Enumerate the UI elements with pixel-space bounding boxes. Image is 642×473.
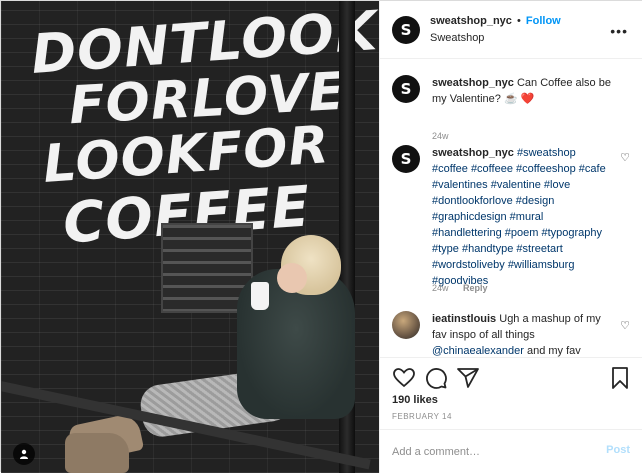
action-bar: 190 likes FEBRUARY 14 (380, 357, 642, 429)
comment-username[interactable]: sweatshop_nyc (432, 77, 514, 89)
add-comment-bar: Post (380, 429, 642, 473)
comment-like-icon[interactable]: ♡ (620, 319, 630, 332)
bookmark-icon[interactable] (608, 366, 632, 390)
follow-button[interactable]: Follow (526, 15, 561, 27)
header-title-row: sweatshop_nyc • Follow (430, 15, 561, 27)
coffee-cup (251, 282, 269, 310)
post-date[interactable]: FEBRUARY 14 (392, 412, 452, 421)
comment-avatar[interactable]: S (392, 145, 420, 173)
likes-count[interactable]: 190 likes (392, 394, 438, 406)
comment-input[interactable] (392, 442, 582, 462)
comment-time[interactable]: 24w (432, 283, 449, 293)
user-tag-button[interactable] (13, 443, 35, 465)
comment-text: sweatshop_nyc #sweatshop #coffee #coffee… (432, 145, 612, 289)
boot-right (65, 433, 129, 473)
user-comment: ieatinstlouis Ugh a mashup of my fav ins… (392, 311, 632, 357)
hashtags-comment: S sweatshop_nyc #sweatshop #coffee #coff… (392, 145, 632, 295)
header-avatar[interactable]: S (392, 16, 420, 44)
heart-icon[interactable] (392, 366, 416, 390)
post-photo[interactable]: DONTLOOK FORLOVE LOOKFOR COFFEE (1, 1, 379, 473)
comment-text: ieatinstlouis Ugh a mashup of my fav ins… (432, 311, 612, 357)
instagram-post: DONTLOOK FORLOVE LOOKFOR COFFEE S sweats… (0, 0, 642, 473)
post-button[interactable]: Post (606, 444, 630, 456)
comment-avatar[interactable]: S (392, 75, 420, 103)
heart-emoji: ❤️ (520, 93, 535, 105)
share-icon[interactable] (456, 366, 480, 390)
post-header: S sweatshop_nyc • Follow Sweatshop ••• (380, 1, 642, 59)
comment-meta: 24w (432, 131, 461, 141)
comment-username[interactable]: sweatshop_nyc (432, 147, 514, 159)
reply-button[interactable]: Reply (463, 283, 488, 293)
more-options-icon[interactable]: ••• (610, 23, 628, 39)
comment-body-tail: and my fav (523, 345, 581, 357)
comment-username[interactable]: ieatinstlouis (432, 313, 496, 325)
comment-meta: 24w Reply (432, 283, 500, 293)
comment-like-icon[interactable]: ♡ (620, 151, 630, 164)
header-location[interactable]: Sweatshop (430, 32, 484, 44)
comment-time[interactable]: 24w (432, 131, 449, 141)
comment-icon[interactable] (424, 366, 448, 390)
comment-avatar[interactable] (392, 311, 420, 339)
caption-comment: S sweatshop_nyc Can Coffee also be my Va… (392, 75, 632, 141)
comment-hashtags[interactable]: #sweatshop #coffee #coffeee #coffeeshop … (432, 147, 606, 287)
header-separator: • (516, 15, 521, 27)
comments-list: S sweatshop_nyc Can Coffee also be my Va… (380, 59, 642, 357)
comment-mention[interactable]: @chinaealexander (432, 345, 524, 357)
comment-text: sweatshop_nyc Can Coffee also be my Vale… (432, 75, 628, 107)
person-face (277, 263, 307, 293)
user-tag-icon (20, 449, 28, 459)
post-sidebar: S sweatshop_nyc • Follow Sweatshop ••• S… (379, 1, 642, 473)
header-username[interactable]: sweatshop_nyc (430, 15, 512, 27)
